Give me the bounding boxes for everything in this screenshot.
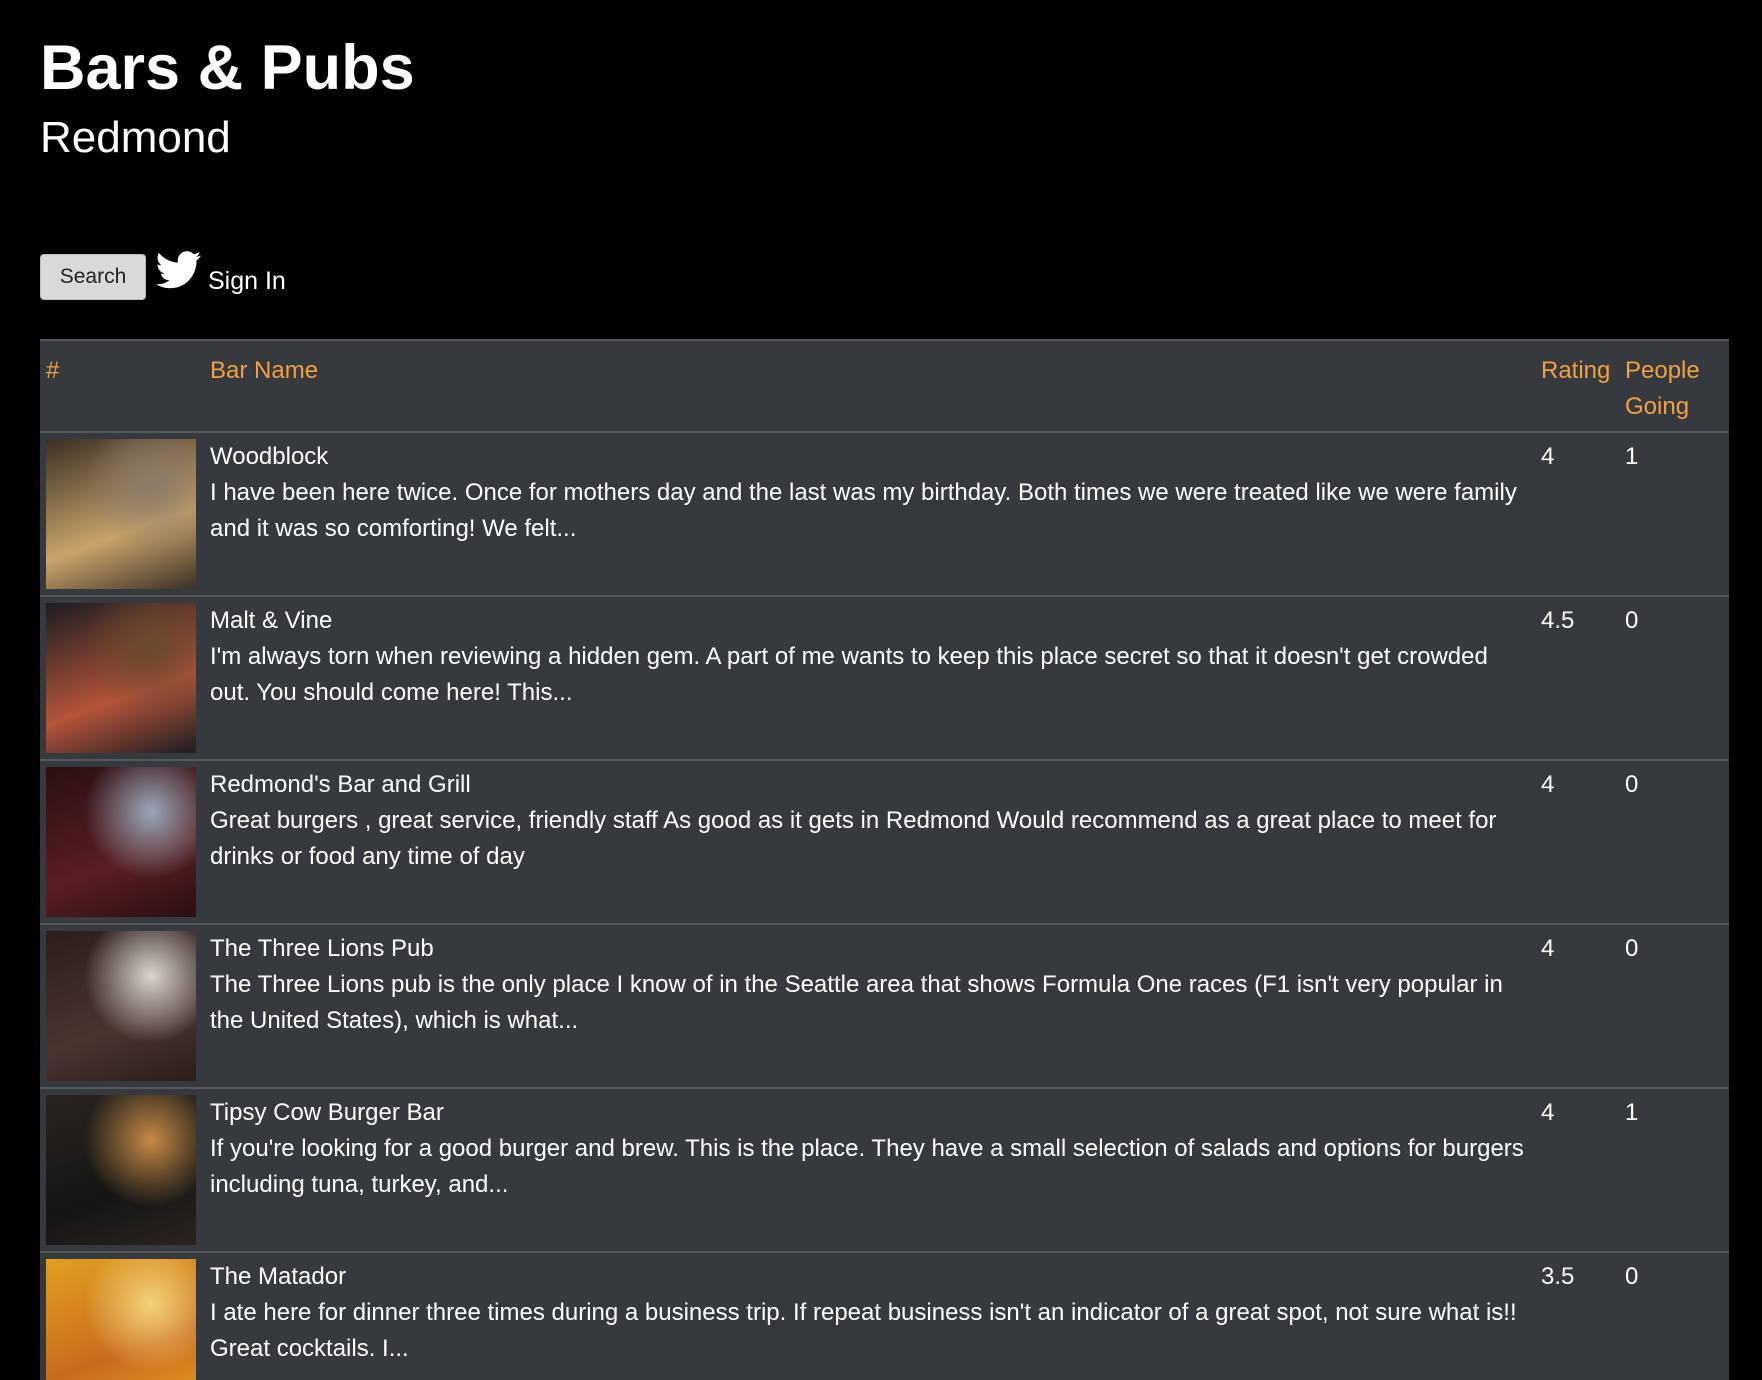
page: Bars & Pubs Redmond Search Sign In # Bar… <box>0 0 1762 1380</box>
table-row: The Three Lions Pub The Three Lions pub … <box>40 923 1729 1088</box>
thumbnail-cell <box>40 431 204 596</box>
bar-thumbnail[interactable] <box>46 1259 196 1380</box>
thumbnail-cell <box>40 1087 204 1252</box>
bar-name-link[interactable]: Malt & Vine <box>210 603 1529 639</box>
people-going-cell: 1 <box>1619 1087 1729 1252</box>
twitter-icon <box>156 251 202 289</box>
bar-thumbnail[interactable] <box>46 439 196 589</box>
review-snippet: If you're looking for a good burger and … <box>210 1135 1524 1198</box>
rating-cell: 4 <box>1535 1087 1619 1252</box>
bar-info-cell: The Three Lions Pub The Three Lions pub … <box>204 923 1535 1088</box>
review-snippet: Great burgers , great service, friendly … <box>210 807 1497 870</box>
thumbnail-cell <box>40 595 204 760</box>
column-header-people-going: People Going <box>1625 357 1700 420</box>
table-body: Woodblock I have been here twice. Once f… <box>40 431 1729 1380</box>
thumbnail-cell <box>40 1251 204 1380</box>
bar-info-cell: The Matador I ate here for dinner three … <box>204 1251 1535 1380</box>
bar-info-cell: Malt & Vine I'm always torn when reviewi… <box>204 595 1535 760</box>
table-row: The Matador I ate here for dinner three … <box>40 1251 1729 1380</box>
bar-name-link[interactable]: The Three Lions Pub <box>210 931 1529 967</box>
bar-thumbnail[interactable] <box>46 603 196 753</box>
bar-name-link[interactable]: Tipsy Cow Burger Bar <box>210 1095 1529 1131</box>
bar-name-link[interactable]: Redmond's Bar and Grill <box>210 767 1529 803</box>
bar-info-cell: Tipsy Cow Burger Bar If you're looking f… <box>204 1087 1535 1252</box>
review-snippet: The Three Lions pub is the only place I … <box>210 971 1503 1034</box>
page-title: Bars & Pubs <box>40 33 415 103</box>
people-going-cell: 0 <box>1619 595 1729 760</box>
table-header-row: # Bar Name Rating People Going <box>40 341 1729 432</box>
table-row: Malt & Vine I'm always torn when reviewi… <box>40 595 1729 760</box>
bars-table: # Bar Name Rating People Going Woodblock… <box>40 339 1729 1380</box>
thumbnail-cell <box>40 759 204 924</box>
people-going-cell: 0 <box>1619 923 1729 1088</box>
sign-in-link[interactable]: Sign In <box>156 245 286 296</box>
bar-thumbnail[interactable] <box>46 1095 196 1245</box>
column-header-number: # <box>46 357 60 384</box>
rating-cell: 4 <box>1535 759 1619 924</box>
action-bar: Search Sign In <box>40 250 286 304</box>
thumbnail-cell <box>40 923 204 1088</box>
table-row: Tipsy Cow Burger Bar If you're looking f… <box>40 1087 1729 1252</box>
search-button[interactable]: Search <box>40 254 146 300</box>
bar-info-cell: Redmond's Bar and Grill Great burgers , … <box>204 759 1535 924</box>
review-snippet: I ate here for dinner three times during… <box>210 1299 1517 1362</box>
rating-cell: 3.5 <box>1535 1251 1619 1380</box>
column-header-rating: Rating <box>1541 357 1611 384</box>
review-snippet: I have been here twice. Once for mothers… <box>210 479 1517 542</box>
location-subtitle: Redmond <box>40 113 231 162</box>
column-header-bar-name: Bar Name <box>210 357 319 384</box>
rating-cell: 4 <box>1535 923 1619 1088</box>
rating-cell: 4 <box>1535 431 1619 596</box>
people-going-cell: 0 <box>1619 759 1729 924</box>
bar-name-link[interactable]: Woodblock <box>210 439 1529 475</box>
rating-cell: 4.5 <box>1535 595 1619 760</box>
table-row: Redmond's Bar and Grill Great burgers , … <box>40 759 1729 924</box>
people-going-cell: 0 <box>1619 1251 1729 1380</box>
review-snippet: I'm always torn when reviewing a hidden … <box>210 643 1488 706</box>
people-going-cell: 1 <box>1619 431 1729 596</box>
bar-thumbnail[interactable] <box>46 767 196 917</box>
bar-info-cell: Woodblock I have been here twice. Once f… <box>204 431 1535 596</box>
table-row: Woodblock I have been here twice. Once f… <box>40 431 1729 596</box>
sign-in-label: Sign In <box>208 266 286 295</box>
bar-name-link[interactable]: The Matador <box>210 1259 1529 1295</box>
bar-thumbnail[interactable] <box>46 931 196 1081</box>
